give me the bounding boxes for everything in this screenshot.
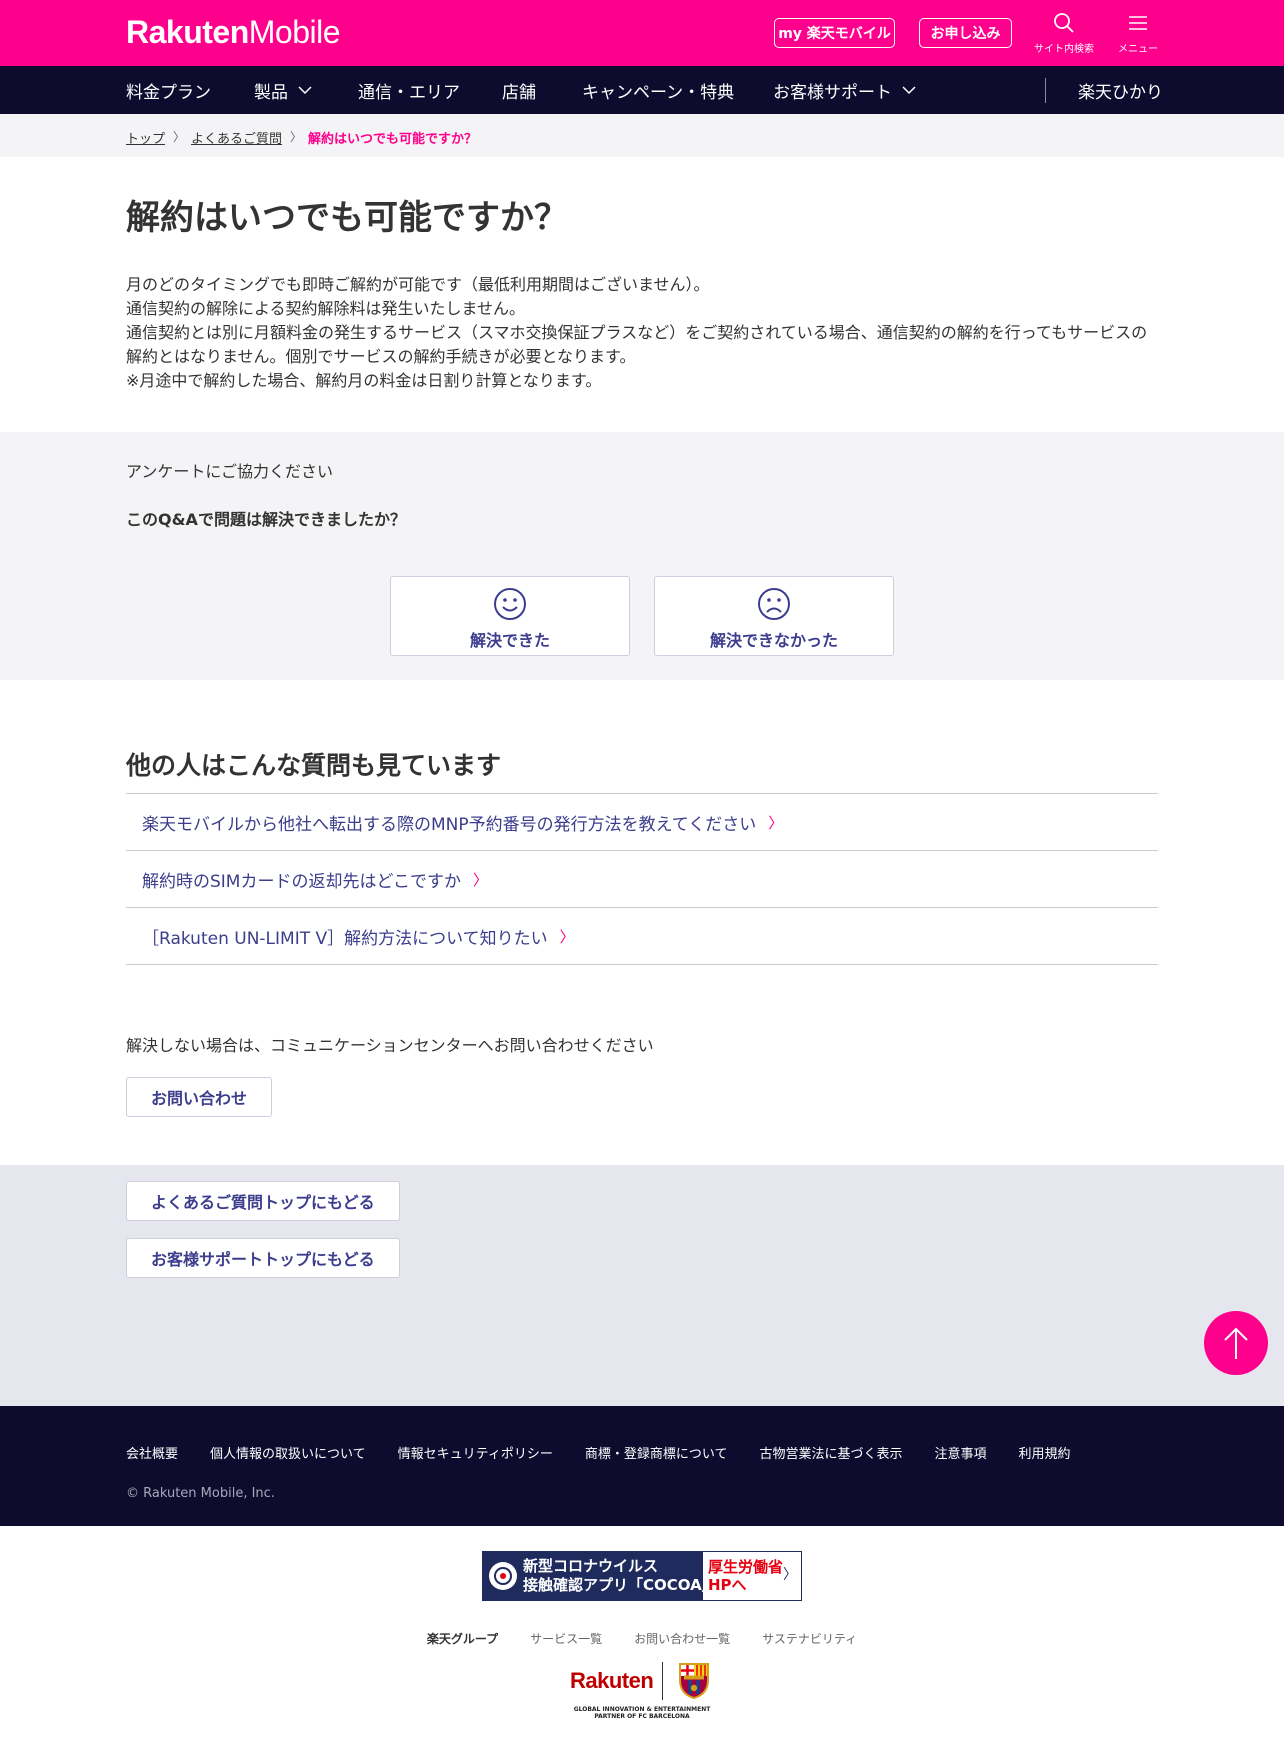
scroll-to-top-button[interactable] (1204, 1311, 1268, 1375)
arrow-up-icon (1224, 1327, 1248, 1359)
footer-link[interactable]: 商標・登録商標について (585, 1443, 728, 1462)
smile-icon (494, 588, 526, 620)
breadcrumb-top-link[interactable]: トップ (126, 128, 165, 147)
nav-divider (1045, 78, 1046, 103)
nav-item-products[interactable]: 製品 (254, 66, 312, 114)
menu-button[interactable]: メニュー (1106, 12, 1170, 55)
related-item[interactable]: ［Rakuten UN-LIMIT V］解約方法について知りたい〉 (126, 908, 1158, 965)
nav-item-support[interactable]: お客様サポート (773, 66, 916, 114)
chevron-right-icon: 〉 (472, 870, 488, 889)
related-item-label: 解約時のSIMカードの返却先はどこですか (142, 871, 461, 892)
nav-label: 製品 (254, 82, 288, 103)
group-links: 楽天グループ サービス一覧 お問い合わせ一覧 サステナビリティ (0, 1630, 1284, 1647)
related-item-label: 楽天モバイルから他社へ転出する際のMNP予約番号の発行方法を教えてください (142, 814, 757, 835)
cocoa-app-icon (489, 1562, 517, 1590)
rakuten-mobile-logo[interactable]: RakutenMobile (126, 14, 341, 51)
chevron-down-icon (298, 86, 312, 95)
footer-link[interactable]: 古物営業法に基づく表示 (760, 1443, 903, 1462)
cocoa-banner-right: 厚生労働省 HPへ 〉 (703, 1552, 801, 1600)
footer-link[interactable]: 注意事項 (935, 1443, 987, 1462)
fc-barcelona-crest-icon (679, 1663, 709, 1700)
answer-line: ※月途中で解約した場合、解約月の料金は日割り計算となります。 (126, 371, 602, 390)
support-top-button[interactable]: お客様サポートトップにもどる (126, 1238, 400, 1278)
group-link[interactable]: お問い合わせ一覧 (634, 1630, 730, 1647)
logo-text-light: Mobile (248, 14, 341, 50)
cocoa-line1: 新型コロナウイルス (523, 1557, 659, 1575)
footer-link[interactable]: 会社概要 (126, 1443, 178, 1462)
footer-link[interactable]: 情報セキュリティポリシー (398, 1443, 553, 1462)
survey-resolved-button[interactable]: 解決できた (390, 576, 630, 656)
chevron-right-icon: 〉 (768, 813, 784, 832)
group-link[interactable]: サステナビリティ (762, 1630, 857, 1647)
answer-line: 解約とはなりません。個別でサービスの解約手続きが必要となります。 (126, 347, 636, 366)
chevron-right-icon: 〉 (783, 1567, 797, 1583)
search-icon (1054, 13, 1074, 33)
breadcrumb-separator-icon: 〉 (173, 130, 186, 144)
top-bar: RakutenMobile my 楽天モバイル お申し込み サイト内検索 メニュ… (0, 0, 1284, 66)
partner-line1: GLOBAL INNOVATION & ENTERTAINMENT (573, 1706, 711, 1713)
nav-label: お客様サポート (773, 82, 892, 103)
breadcrumb-faq-link[interactable]: よくあるご質問 (191, 128, 282, 147)
related-item[interactable]: 解約時のSIMカードの返却先はどこですか〉 (126, 851, 1158, 908)
answer-text: 月のどのタイミングでも即時ご解約が可能です（最低利用期間はございません）。 通信… (126, 273, 1158, 393)
nav-label: 料金プラン (126, 82, 211, 103)
answer-line: 通信契約とは別に月額料金の発生するサービス（スマホ交換保証プラスなど）をご契約さ… (126, 323, 1148, 342)
contact-text: 解決しない場合は、コミュニケーションセンターへお問い合わせください (126, 1036, 654, 1055)
partner-caption: GLOBAL INNOVATION & ENTERTAINMENT PARTNE… (570, 1706, 714, 1720)
logo-text-bold: Rakuten (126, 14, 249, 50)
group-label[interactable]: 楽天グループ (427, 1630, 498, 1647)
nav-item-network-area[interactable]: 通信・エリア (358, 66, 460, 114)
related-item-label: ［Rakuten UN-LIMIT V］解約方法について知りたい (142, 928, 548, 949)
answer-line: 通信契約の解除による契約解除料は発生いたしません。 (126, 299, 526, 318)
breadcrumb-separator-icon: 〉 (290, 130, 303, 144)
nav-item-campaigns[interactable]: キャンペーン・特典 (582, 66, 734, 114)
nav-item-plans[interactable]: 料金プラン (126, 66, 211, 114)
related-item[interactable]: 楽天モバイルから他社へ転出する際のMNP予約番号の発行方法を教えてください〉 (126, 794, 1158, 851)
group-link[interactable]: サービス一覧 (530, 1630, 602, 1647)
nav-label: 通信・エリア (358, 82, 460, 103)
survey-not-resolved-button[interactable]: 解決できなかった (654, 576, 894, 656)
breadcrumb-current: 解約はいつでも可能ですか？ (308, 132, 478, 147)
logo-divider (662, 1662, 663, 1700)
search-label: サイト内検索 (1034, 44, 1094, 55)
related-list: 楽天モバイルから他社へ転出する際のMNP予約番号の発行方法を教えてください〉 解… (126, 793, 1158, 965)
survey-intro: アンケートにご協力ください (126, 462, 334, 481)
related-title: 他の人はこんな質問も見ています (126, 751, 502, 780)
nav-item-rakuten-hikari[interactable]: 楽天ひかり (1078, 66, 1163, 114)
rakuten-logo: Rakuten (570, 1668, 654, 1693)
site-search-button[interactable]: サイト内検索 (1032, 12, 1096, 55)
frown-icon (758, 588, 790, 620)
nav-label: キャンペーン・特典 (582, 82, 735, 103)
apply-button[interactable]: お申し込み (919, 18, 1012, 48)
partner-line2: PARTNER OF FC BARCELONA (594, 1713, 690, 1720)
survey-section: アンケートにご協力ください このQ&Aで問題は解決できましたか？ 解決できた 解… (0, 432, 1284, 680)
contact-button[interactable]: お問い合わせ (126, 1077, 272, 1117)
footer-link[interactable]: 個人情報の取扱いについて (210, 1443, 366, 1462)
rakuten-barcelona-partner-logo[interactable]: Rakuten GLOBAL INNOVATION & ENTERTAINMEN… (570, 1660, 714, 1720)
cocoa-line2: 接触確認アプリ「COCOA」 (523, 1576, 717, 1594)
footer-links: 会社概要 個人情報の取扱いについて 情報セキュリティポリシー 商標・登録商標につ… (126, 1443, 1103, 1462)
copyright: © Rakuten Mobile, Inc. (126, 1486, 275, 1501)
cocoa-banner[interactable]: 新型コロナウイルス 接触確認アプリ「COCOA」 厚生労働省 HPへ 〉 (482, 1551, 802, 1601)
my-rakuten-mobile-button[interactable]: my 楽天モバイル (774, 18, 895, 48)
answer-line: 月のどのタイミングでも即時ご解約が可能です（最低利用期間はございません）。 (126, 275, 710, 294)
nav-label: 店舗 (502, 82, 536, 103)
page-title: 解約はいつでも可能ですか？ (126, 198, 568, 238)
main-nav: 料金プラン 製品 通信・エリア 店舗 キャンペーン・特典 お客様サポート 楽天ひ… (0, 66, 1284, 114)
menu-label: メニュー (1118, 44, 1158, 55)
survey-resolved-label: 解決できた (469, 631, 550, 650)
footer: 会社概要 個人情報の取扱いについて 情報セキュリティポリシー 商標・登録商標につ… (0, 1406, 1284, 1526)
page: RakutenMobile my 楽天モバイル お申し込み サイト内検索 メニュ… (0, 0, 1284, 1764)
nav-label: 楽天ひかり (1078, 82, 1163, 103)
cocoa-banner-left: 新型コロナウイルス 接触確認アプリ「COCOA」 (483, 1552, 717, 1600)
faq-top-button[interactable]: よくあるご質問トップにもどる (126, 1181, 400, 1221)
hamburger-icon (1129, 16, 1147, 30)
survey-question: このQ&Aで問題は解決できましたか？ (126, 510, 406, 529)
nav-item-shops[interactable]: 店舗 (502, 66, 536, 114)
chevron-right-icon: 〉 (559, 927, 575, 946)
chevron-down-icon (902, 86, 916, 95)
breadcrumb: トップ 〉 よくあるご質問 〉 解約はいつでも可能ですか？ (0, 114, 1284, 157)
survey-not-resolved-label: 解決できなかった (709, 631, 838, 650)
footer-link[interactable]: 利用規約 (1019, 1443, 1071, 1462)
